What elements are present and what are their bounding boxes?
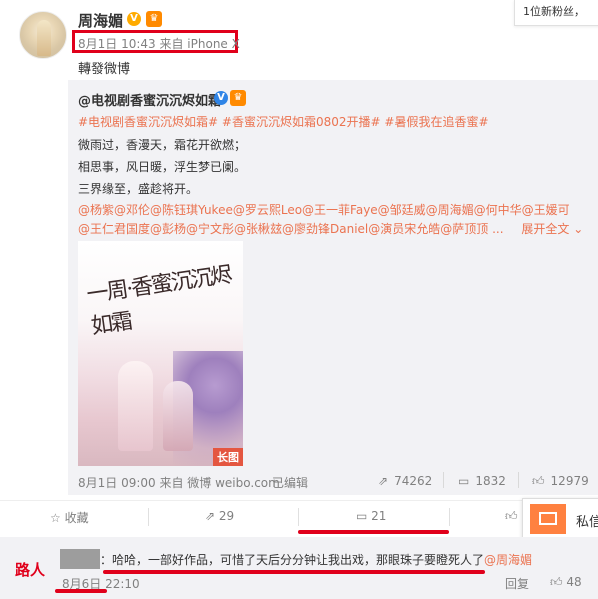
repost-button[interactable]: ⇗ 29 <box>205 509 234 523</box>
repost-icon: ⇗ <box>378 474 389 488</box>
username[interactable]: 周海媚 <box>78 10 123 31</box>
star-icon: ☆ <box>50 511 61 525</box>
content-line-1: 微雨过，香漫天，霜花开欲燃； <box>78 138 247 152</box>
comment-mention[interactable]: @周海媚 <box>484 553 532 567</box>
original-comment-count: 1832 <box>475 474 506 488</box>
post-meta[interactable]: 8月1日 10:43 来自 iPhone X <box>78 35 240 52</box>
like-button[interactable]: 👍︎ <box>505 509 518 524</box>
private-message-label[interactable]: 私信 <box>576 511 598 530</box>
mentions-row: @王仁君国度@彭杨@宁文彤@张楸玆@廖劲锋Daniel@演员宋允皓@萨顶顶 ..… <box>78 220 583 237</box>
reply-button[interactable]: 回复 <box>505 575 529 592</box>
comment-icon: ▭ <box>458 474 470 488</box>
original-footer[interactable]: 8月1日 09:00 来自 微博 weibo.com <box>78 474 280 491</box>
comment-count: 21 <box>371 509 387 523</box>
comment-body: ：哈哈，一部好作品，可惜了天后分分钟让我出戏，那眼珠子要瞪死人了 <box>100 553 485 567</box>
passerby-tag: 路人 <box>15 561 46 579</box>
thumbs-up-icon: 👍︎ <box>550 575 563 589</box>
chevron-down-icon[interactable]: ⌄ <box>573 222 583 236</box>
mail-icon[interactable] <box>530 504 566 534</box>
thumbs-up-icon: 👍︎ <box>505 509 518 523</box>
poster-calligraphy: 一周·香蜜沉沉烬如霜 <box>85 262 233 340</box>
thumbs-up-icon: 👍︎ <box>532 474 545 488</box>
original-repost-stat[interactable]: ⇗ 74262 <box>378 474 432 488</box>
favorite-label: 收藏 <box>64 511 89 525</box>
crown-icon: ♛ <box>146 11 162 27</box>
comment-text: ：哈哈，一部好作品，可惜了天后分分钟让我出戏，那眼珠子要瞪死人了@周海媚 <box>100 551 532 568</box>
comment-icon: ▭ <box>356 509 368 523</box>
repost-icon: ⇗ <box>205 509 216 523</box>
notification-box[interactable]: 1位新粉丝， <box>514 0 598 26</box>
avatar[interactable] <box>19 11 67 59</box>
content-line-2: 相思事，风日暖，浮生梦已阑。 <box>78 160 247 174</box>
content-line-3: 三界缘至，盛趁将开。 <box>78 182 199 196</box>
edited-label: 已编辑 <box>272 476 309 490</box>
original-comment-stat[interactable]: ▭ 1832 <box>458 474 506 488</box>
comment-like-button[interactable]: 👍︎ 48 <box>550 575 582 590</box>
repost-count: 29 <box>218 509 235 523</box>
vip-badge-icon: V <box>127 12 141 26</box>
original-repost-count: 74262 <box>394 474 433 488</box>
notification-text: 1位新粉丝， <box>523 5 585 18</box>
poster-image[interactable]: 一周·香蜜沉沉烬如霜 长图 <box>78 241 243 466</box>
original-like-stat[interactable]: 👍︎ 12979 <box>532 474 589 489</box>
highlight-underline <box>55 589 107 593</box>
highlight-underline <box>298 530 449 534</box>
comment-avatar[interactable] <box>60 549 100 569</box>
original-author[interactable]: @电视剧香蜜沉沉烬如霜 <box>78 90 221 109</box>
comment-button[interactable]: ▭ 21 <box>356 509 386 523</box>
poster-figure <box>118 361 153 451</box>
highlight-underline <box>103 570 485 574</box>
mentions-line-2[interactable]: @王仁君国度@彭杨@宁文彤@张楸玆@廖劲锋Daniel@演员宋允皓@萨顶顶 ..… <box>78 222 504 236</box>
long-image-badge: 长图 <box>213 448 243 466</box>
hashtags[interactable]: #电视剧香蜜沉沉烬如霜# #香蜜沉沉烬如霜0802开播# #暑假我在追香蜜# <box>78 113 489 130</box>
post-text: 轉發微博 <box>78 62 131 77</box>
mentions-line-1[interactable]: @杨紫@邓伦@陈钰琪Yukee@罗云熙Leo@王一菲Faye@邹廷威@周海媚@何… <box>78 201 570 218</box>
expand-link[interactable]: 展开全文 <box>521 222 569 236</box>
crown-icon: ♛ <box>230 90 246 106</box>
comment-like-count: 48 <box>566 575 582 589</box>
verified-icon: V <box>214 91 228 105</box>
poster-figure <box>163 381 193 451</box>
favorite-button[interactable]: ☆ 收藏 <box>50 509 89 526</box>
original-like-count: 12979 <box>550 474 589 488</box>
